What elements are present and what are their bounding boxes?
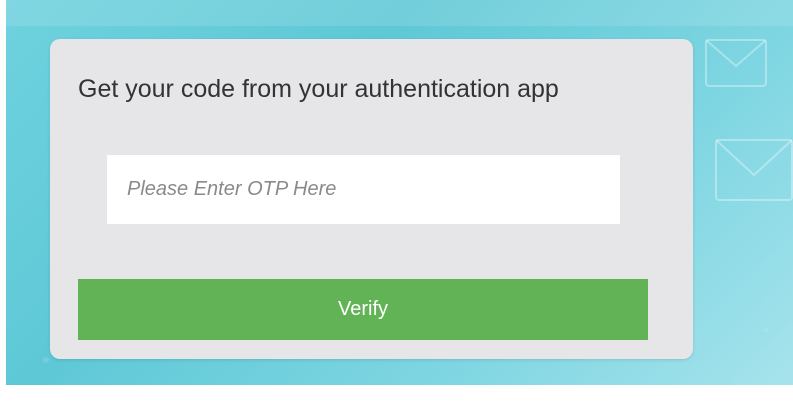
otp-verification-card: Get your code from your authentication a… xyxy=(50,39,693,359)
envelope-icon xyxy=(705,39,767,87)
card-title: Get your code from your authentication a… xyxy=(78,75,559,103)
otp-input[interactable] xyxy=(107,155,620,224)
verify-button[interactable]: Verify xyxy=(78,279,648,340)
envelope-icon xyxy=(715,139,793,201)
